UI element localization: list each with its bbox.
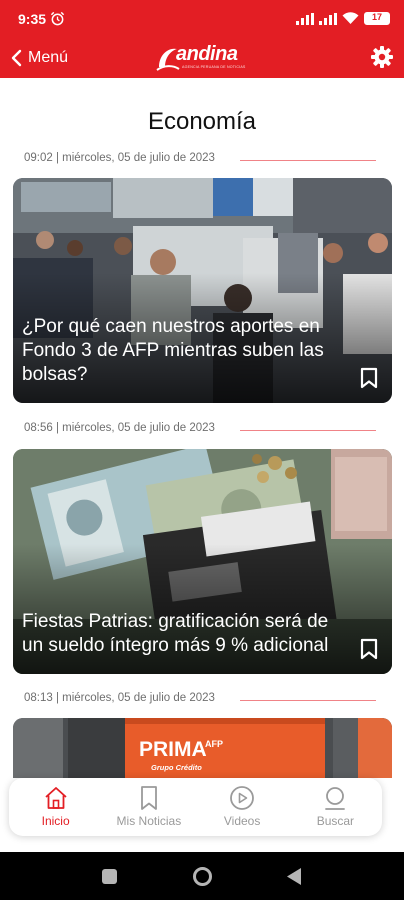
divider: [240, 700, 376, 701]
nav-item-buscar[interactable]: Buscar: [289, 778, 382, 836]
back-label: Menú: [28, 49, 69, 66]
wifi-icon: [342, 12, 359, 24]
system-navigation-bar: [0, 852, 404, 900]
back-button[interactable]: Menú: [10, 45, 68, 71]
article-timestamp: 08:13 | miércoles, 05 de julio de 2023: [24, 692, 215, 704]
battery-level: 17: [371, 12, 382, 22]
logo-subtitle: AGENCIA PERUANA DE NOTICIAS: [182, 65, 246, 69]
article-meta: 09:02 | miércoles, 05 de julio de 2023: [24, 152, 376, 166]
recents-button[interactable]: [101, 868, 118, 885]
status-time: 9:35: [18, 11, 47, 27]
nav-item-mis-noticias[interactable]: Mis Noticias: [102, 778, 195, 836]
image-caption: Grupo Crédito: [151, 763, 202, 772]
status-bar: 9:35 17: [0, 0, 404, 38]
app-bar: Menú andina AGENCIA PERUANA DE NOTICIAS: [0, 38, 404, 78]
logo-text: andina: [176, 43, 238, 65]
nav-label: Mis Noticias: [116, 814, 182, 828]
home-button[interactable]: [192, 866, 213, 887]
search-icon: [325, 787, 346, 810]
bookmark-icon: [140, 786, 157, 810]
article-card[interactable]: ¿Por qué caen nuestros aportes en Fondo …: [13, 178, 392, 403]
battery-icon: 17: [364, 12, 390, 25]
nav-label: Videos: [223, 814, 261, 828]
alarm-icon: [50, 11, 65, 26]
play-icon: [230, 786, 255, 810]
article-title: Fiestas Patrias: gratificación será de u…: [22, 611, 329, 656]
page-title: Economía: [147, 108, 257, 135]
nav-item-inicio[interactable]: Inicio: [9, 778, 102, 836]
image-caption: PRIMA: [139, 738, 207, 761]
image-caption: AFP: [205, 739, 223, 749]
article-title: ¿Por qué caen nuestros aportes en Fondo …: [22, 316, 324, 385]
nav-label: Buscar: [316, 814, 355, 828]
divider: [240, 430, 376, 431]
signal-icon: [296, 12, 314, 25]
article-timestamp: 09:02 | miércoles, 05 de julio de 2023: [24, 152, 215, 164]
status-indicators: 17: [296, 12, 390, 25]
nav-item-videos[interactable]: Videos: [196, 778, 289, 836]
divider: [240, 160, 376, 161]
bookmark-icon[interactable]: [360, 638, 378, 660]
home-icon: [45, 787, 67, 809]
signal-icon: [319, 12, 337, 25]
gear-icon[interactable]: [370, 45, 394, 69]
article-card[interactable]: Fiestas Patrias: gratificación será de u…: [13, 449, 392, 674]
back-triangle-button[interactable]: [286, 867, 302, 886]
article-meta: 08:13 | miércoles, 05 de julio de 2023: [24, 692, 376, 706]
chevron-left-icon: [11, 49, 22, 67]
bookmark-icon[interactable]: [360, 367, 378, 389]
article-timestamp: 08:56 | miércoles, 05 de julio de 2023: [24, 422, 215, 434]
bottom-navigation: Inicio Mis Noticias Videos Buscar: [9, 778, 382, 836]
nav-label: Inicio: [41, 814, 70, 828]
andina-logo: andina AGENCIA PERUANA DE NOTICIAS: [156, 42, 256, 74]
article-meta: 08:56 | miércoles, 05 de julio de 2023: [24, 422, 376, 436]
article-card[interactable]: PRIMA AFP Grupo Crédito: [13, 718, 392, 778]
